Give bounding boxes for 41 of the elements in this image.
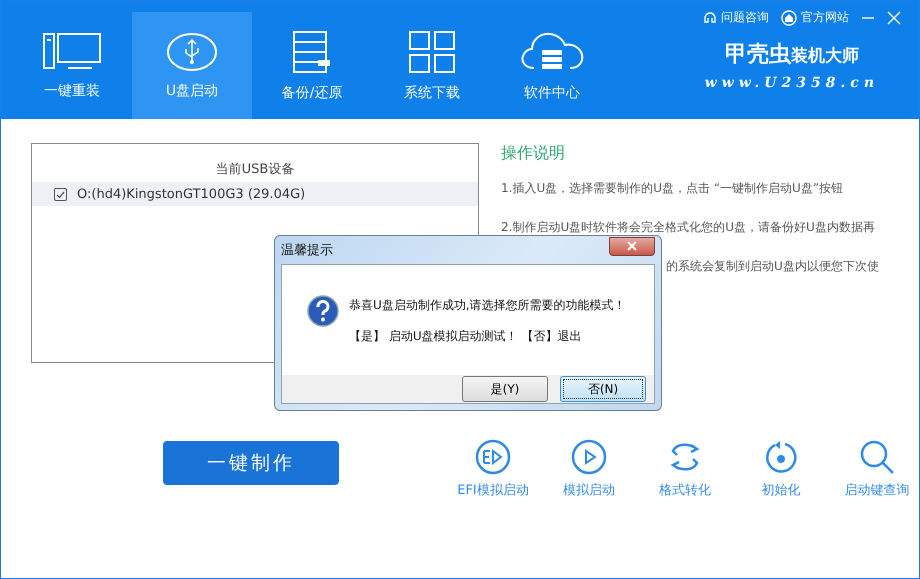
- logo-url: www.U2358.cn: [704, 75, 879, 91]
- efi-play-icon: [475, 439, 511, 475]
- close-icon[interactable]: [887, 10, 901, 24]
- nav-tab[interactable]: 一键重装: [12, 12, 132, 119]
- make-button[interactable]: 一键制作: [163, 441, 339, 485]
- play-icon: [571, 439, 607, 475]
- device-label: O:(hd4)KingstonGT100G3 (29.04G): [77, 186, 306, 202]
- nav-tab[interactable]: 备份/还原: [252, 12, 372, 119]
- close-icon: [626, 241, 638, 251]
- instruction-text: 的系统会复制到启动U盘内以便您下次使: [665, 258, 880, 275]
- logo-title: 甲壳虫装机大师: [724, 40, 859, 69]
- dialog-button[interactable]: 否(N): [560, 376, 646, 402]
- checkbox[interactable]: [54, 188, 67, 200]
- nav-tab[interactable]: 系统下载: [372, 12, 492, 119]
- home-icon: [781, 10, 797, 26]
- instruction-text: 1.插入U盘，选择需要制作的U盘，点击 “一键制作启动U盘”按钮: [501, 180, 844, 197]
- header-link[interactable]: 官方网站: [781, 9, 849, 26]
- question-icon: [307, 295, 339, 327]
- grid-icon: [408, 30, 456, 74]
- headset-icon: [703, 10, 717, 26]
- header-link[interactable]: 问题咨询: [703, 9, 769, 26]
- nav-tab[interactable]: 软件中心: [492, 12, 612, 119]
- tool-button[interactable]: 模拟启动: [541, 439, 637, 499]
- device-row[interactable]: O:(hd4)KingstonGT100G3 (29.04G): [32, 182, 478, 206]
- dialog-button[interactable]: 是(Y): [462, 376, 548, 402]
- tool-button[interactable]: 启动键查询: [829, 439, 920, 499]
- computer-icon: [42, 32, 102, 72]
- instructions-title: 操作说明: [501, 143, 566, 164]
- nav-tab[interactable]: U盘启动: [132, 12, 252, 119]
- panel-heading: 当前USB设备: [214, 161, 296, 178]
- reset-icon: [763, 439, 799, 475]
- tool-button[interactable]: 初始化: [733, 439, 829, 499]
- close-button[interactable]: [609, 236, 655, 256]
- dialog-title: 温馨提示: [281, 242, 333, 259]
- dialog-detail: 【是】 启动U盘模拟启动测试！ 【否】退出: [349, 328, 582, 345]
- dialog-message: 恭喜U盘启动制作成功,请选择您所需要的功能模式！: [349, 297, 626, 314]
- tool-button[interactable]: EFI模拟启动: [445, 439, 541, 499]
- tool-button[interactable]: 格式转化: [637, 439, 733, 499]
- search-icon: [859, 439, 895, 475]
- instruction-text: 2.制作启动U盘时软件将会完全格式化您的U盘，请备份好U盘内数据再: [501, 219, 876, 236]
- usb-icon: [166, 32, 218, 72]
